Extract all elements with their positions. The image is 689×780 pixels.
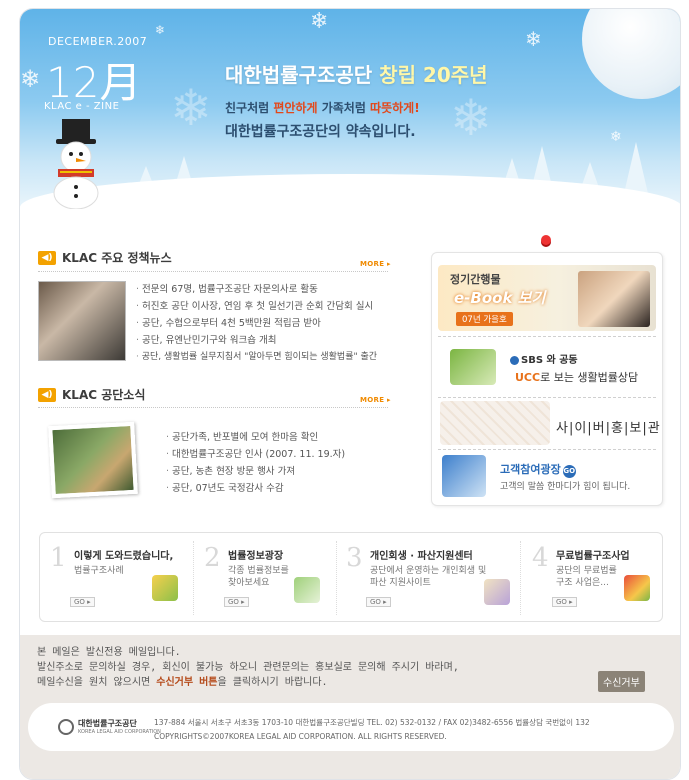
customer-forum-desc: 고객의 말씀 한마디가 힘이 됩니다.: [500, 482, 631, 492]
quick-link-rehabilitation[interactable]: 3 개인회생 · 파산지원센터 공단에서 운영하는 개인회생 및 파산 지원사이…: [346, 541, 516, 615]
quick-link-free-legal-aid[interactable]: 4 무료법률구조사업 공단의 무료법률 구조 사업은... GO ▸: [532, 541, 657, 615]
snowflake-icon: ❄: [450, 89, 492, 147]
cyber-pr-hall-link[interactable]: 사|이|버|홍|보|관: [556, 417, 661, 436]
moon-image: [582, 9, 680, 99]
footer: 본 메일은 발신전용 메일입니다. 발신주소로 문의하실 경우, 회신이 불가능…: [20, 635, 680, 779]
agency-news-title[interactable]: ◀) KLAC 공단소식: [38, 386, 145, 403]
snowflake-icon: ❄: [170, 79, 212, 137]
agency-news-more-link[interactable]: MORE ▸: [360, 396, 391, 404]
customer-person-icon: [442, 455, 486, 497]
divider: [38, 407, 388, 408]
agency-news-list: 공단가족, 반포별에 모여 한마음 확인 대한법률구조공단 인사 (2007. …: [166, 429, 396, 497]
list-item[interactable]: 공단, 유엔난민기구와 워크숍 개최: [136, 332, 406, 349]
klac-logo-icon: [58, 718, 74, 735]
divider: [438, 449, 656, 450]
go-icon[interactable]: GO: [562, 465, 576, 478]
unsubscribe-button[interactable]: 수신거부: [598, 671, 645, 692]
header-banner: ❄ ❄ ❄ ❄ ❄ ❄ ❄ ❄ DECEMBER.2007 12月 KLAC e…: [20, 9, 680, 214]
policy-news-more-link[interactable]: MORE ▸: [360, 260, 391, 268]
footer-address: 137-884 서울시 서초구 서초3동 1703-10 대한법률구조공단빌딩 …: [154, 718, 590, 741]
go-button[interactable]: GO ▸: [70, 597, 95, 607]
snowflake-icon: ❄: [155, 23, 166, 37]
header-promise: 대한법률구조공단의 약속입니다.: [225, 124, 416, 140]
page: ❄ ❄ ❄ ❄ ❄ ❄ ❄ ❄ DECEMBER.2007 12月 KLAC e…: [0, 0, 689, 780]
list-item[interactable]: 허진호 공단 이사장, 연임 후 첫 일선기관 순회 간담회 실시: [136, 298, 406, 315]
snowflake-icon: ❄: [525, 27, 542, 51]
policy-news-title[interactable]: ◀) KLAC 주요 정책뉴스: [38, 249, 172, 266]
list-item[interactable]: 대한법률구조공단 인사 (2007. 11. 19.자): [166, 446, 396, 463]
customer-forum-link[interactable]: 고객참여광장 GO: [500, 461, 576, 478]
house-icon: [624, 575, 650, 601]
quick-link-legal-info[interactable]: 2 법률정보광장 각종 법률정보를 찾아보세요 GO ▸: [204, 541, 344, 615]
list-item[interactable]: 공단, 생활법률 실무지침서 "알아두면 힘이되는 생활법률" 출간: [136, 349, 406, 366]
anniversary-text: 창립 20주년: [379, 63, 488, 87]
ucc-link[interactable]: UCC로 보는 생활법률상담: [515, 369, 638, 385]
sbs-partner-text[interactable]: SBS 와 공동: [510, 351, 578, 366]
plant-icon: [294, 577, 320, 603]
issue-date: DECEMBER.2007: [48, 35, 148, 48]
film-reel-icon: [450, 349, 496, 385]
divider: [38, 271, 388, 272]
header-title: 대한법률구조공단 창립 20주년: [225, 59, 488, 88]
quick-link-cases[interactable]: 1 이렇게 도와드렸습니다, 법률구조사례 GO ▸: [50, 541, 190, 615]
snowflake-icon: ❄: [310, 9, 329, 34]
org-name: 대한법률구조공단: [225, 63, 373, 87]
header-slogan: 친구처럼 편안하게 가족처럼 따뜻하게!: [225, 101, 420, 115]
pushpin-icon: [541, 235, 551, 245]
quick-links: 1 이렇게 도와드렸습니다, 법률구조사례 GO ▸ 2 법률정보광장 각종 법…: [39, 532, 663, 622]
go-button[interactable]: GO ▸: [552, 597, 577, 607]
book-icon: [152, 575, 178, 601]
snowman-image: [46, 119, 106, 210]
list-item[interactable]: 공단, 수협으로부터 4천 5백만원 적립금 받아: [136, 315, 406, 332]
magazine-cover-image: [578, 271, 650, 327]
footer-info-bar: 대한법률구조공단 KOREA LEGAL AID CORPORATION 137…: [28, 703, 674, 751]
unsubscribe-text-link[interactable]: 수신거부 버튼: [156, 677, 217, 688]
zine-name: KLAC e - ZINE: [44, 101, 120, 112]
ebook-banner[interactable]: 정기간행물 e-Book 보기 07년 가을호: [438, 265, 656, 331]
divider: [438, 397, 656, 398]
policy-news-list: 전문의 67명, 법률구조공단 자문의사로 활동 허진호 공단 이사장, 연임 …: [136, 281, 406, 366]
footer-logo: 대한법률구조공단 KOREA LEGAL AID CORPORATION: [58, 718, 161, 735]
snowflake-icon: ❄: [20, 65, 41, 93]
list-item[interactable]: 공단가족, 반포별에 모여 한마음 확인: [166, 429, 396, 446]
list-item[interactable]: 전문의 67명, 법률구조공단 자문의사로 활동: [136, 281, 406, 298]
go-button[interactable]: GO ▸: [224, 597, 249, 607]
mail-notice: 본 메일은 발신전용 메일입니다. 발신주소로 문의하실 경우, 회신이 불가능…: [37, 647, 459, 688]
agency-news-photo[interactable]: [48, 421, 138, 499]
list-item[interactable]: 공단, 농촌 현장 방문 행사 가져: [166, 463, 396, 480]
newsletter-frame: ❄ ❄ ❄ ❄ ❄ ❄ ❄ ❄ DECEMBER.2007 12月 KLAC e…: [19, 8, 681, 780]
policy-news-photo[interactable]: [38, 281, 126, 361]
speaker-icon: ◀): [38, 387, 56, 402]
sbs-logo-icon: [510, 355, 519, 365]
speaker-icon: ◀): [38, 250, 56, 265]
go-button[interactable]: GO ▸: [366, 597, 391, 607]
list-item[interactable]: 공단, 07년도 국정감사 수감: [166, 480, 396, 497]
cyber-hall-sketch-image: [440, 401, 550, 445]
divider: [438, 336, 656, 337]
magnifier-icon: [484, 579, 510, 605]
snowflake-icon: ❄: [610, 129, 622, 145]
